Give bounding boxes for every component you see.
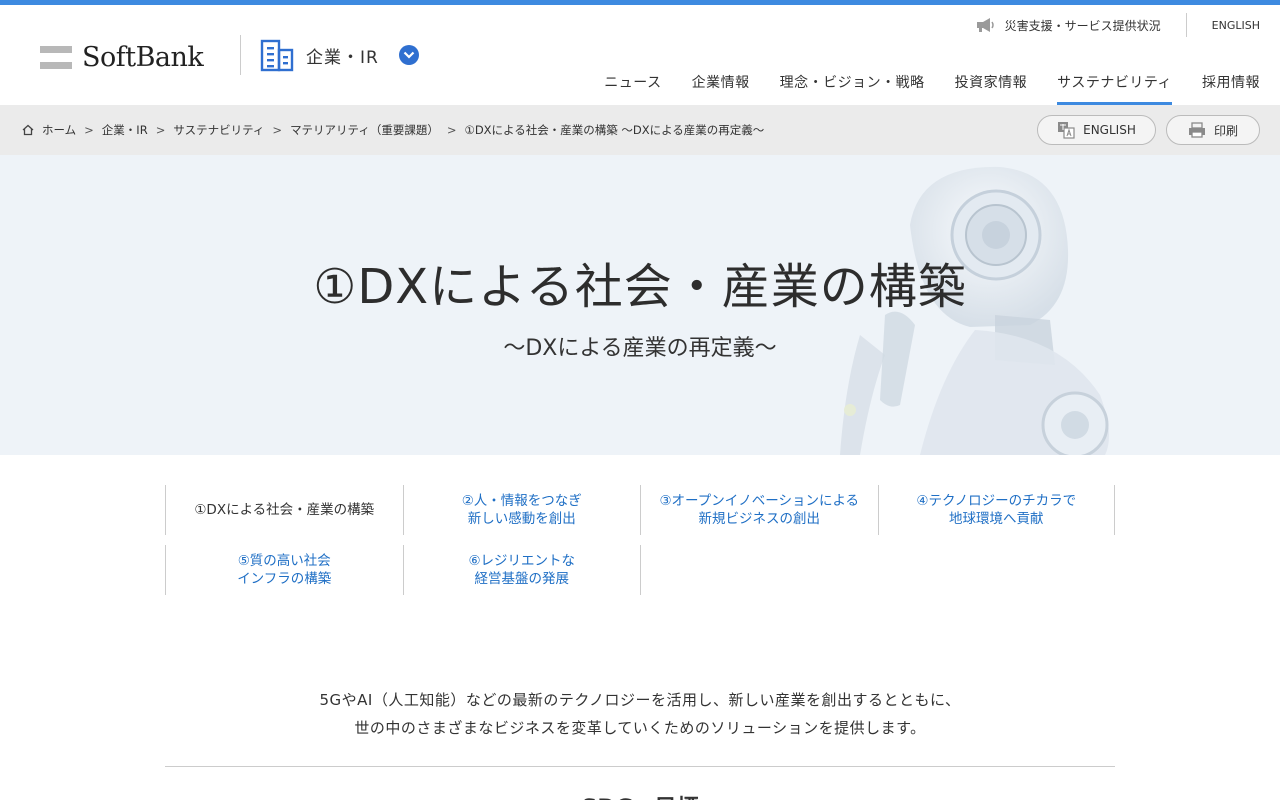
nav-item-careers[interactable]: 採用情報 [1202,70,1260,105]
section-switcher[interactable]: 企業・IR [260,38,419,72]
english-button[interactable]: ENGLISH [1037,115,1156,145]
breadcrumb: ホーム > 企業・IR > サステナビリティ > マテリアリティ（重要課題） >… [22,105,764,155]
breadcrumb-bar: ホーム > 企業・IR > サステナビリティ > マテリアリティ（重要課題） >… [0,105,1280,155]
site-header: SoftBank 企業・IR 災害支援・サービス提供状況 ENGLISH ニュー… [0,5,1280,105]
intro-text: 5GやAI（人工知能）などの最新のテクノロジーを活用し、新しい産業を創出するとと… [0,686,1280,742]
chevron-down-icon[interactable] [398,45,419,65]
tab-materiality-1: ①DXによる社会・産業の構築 [165,485,403,535]
print-button[interactable]: 印刷 [1166,115,1260,145]
logo-text: SoftBank [82,42,204,73]
english-link[interactable]: ENGLISH [1187,19,1260,32]
home-icon[interactable] [22,124,34,136]
nav-item-vision[interactable]: 理念・ビジョン・戦略 [780,70,925,105]
nav-item-investors[interactable]: 投資家情報 [955,70,1028,105]
tab-materiality-6[interactable]: ⑥レジリエントな 経営基盤の発展 [402,545,641,595]
page-tools: ENGLISH 印刷 [1027,115,1260,145]
breadcrumb-separator: > [272,123,283,137]
printer-icon [1188,122,1205,138]
tab-materiality-2[interactable]: ②人・情報をつなぎ 新しい感動を創出 [402,485,641,535]
tab-materiality-4[interactable]: ④テクノロジーのチカラで 地球環境へ貢献 [877,485,1115,535]
breadcrumb-materiality[interactable]: マテリアリティ（重要課題） [290,122,439,138]
tab-placeholder [640,545,878,595]
hero-banner: ①DXによる社会・産業の構築 ～DXによる産業の再定義～ [0,155,1280,455]
building-icon [260,39,294,72]
breadcrumb-separator: > [155,123,166,137]
megaphone-icon [976,18,994,32]
utility-links: 災害支援・サービス提供状況 ENGLISH [975,10,1260,40]
sdgs-heading: SDGs 目標 [0,790,1280,800]
disaster-support-label: 災害支援・サービス提供状況 [1004,18,1161,33]
nav-item-sustainability[interactable]: サステナビリティ [1057,70,1172,105]
tab-materiality-5[interactable]: ⑤質の高い社会 インフラの構築 [165,545,403,595]
softbank-logo[interactable]: SoftBank [40,42,204,73]
section-label: 企業・IR [306,47,379,68]
tab-materiality-3[interactable]: ③オープンイノベーションによる 新規ビジネスの創出 [640,485,878,535]
translate-icon [1058,122,1075,139]
breadcrumb-separator: > [446,123,457,137]
disaster-support-link[interactable]: 災害支援・サービス提供状況 [975,13,1187,37]
breadcrumb-current: ①DXによる社会・産業の構築 ～DXによる産業の再定義～ [464,123,765,137]
breadcrumb-home[interactable]: ホーム [42,122,76,138]
breadcrumb-sustainability[interactable]: サステナビリティ [173,122,264,138]
intro-line-2: 世の中のさまざまなビジネスを変革していくためのソリューションを提供します。 [354,719,926,737]
section-divider [165,766,1115,767]
breadcrumb-corporate[interactable]: 企業・IR [102,122,148,138]
global-nav: ニュース 企業情報 理念・ビジョン・戦略 投資家情報 サステナビリティ 採用情報 [574,70,1260,105]
page-title: ①DXによる社会・産業の構築 [313,259,967,315]
page-subtitle: ～DXによる産業の再定義～ [503,336,777,361]
nav-item-company[interactable]: 企業情報 [692,70,750,105]
print-button-label: 印刷 [1213,123,1238,138]
logo-mark-icon [40,45,72,71]
english-button-label: ENGLISH [1083,123,1136,137]
intro-line-1: 5GやAI（人工知能）などの最新のテクノロジーを活用し、新しい産業を創出するとと… [319,691,961,709]
header-divider [240,35,241,75]
nav-item-news[interactable]: ニュース [604,70,661,105]
breadcrumb-separator: > [84,123,94,137]
materiality-tabs: ①DXによる社会・産業の構築 ②人・情報をつなぎ 新しい感動を創出 ③オープンイノ… [165,485,1115,605]
